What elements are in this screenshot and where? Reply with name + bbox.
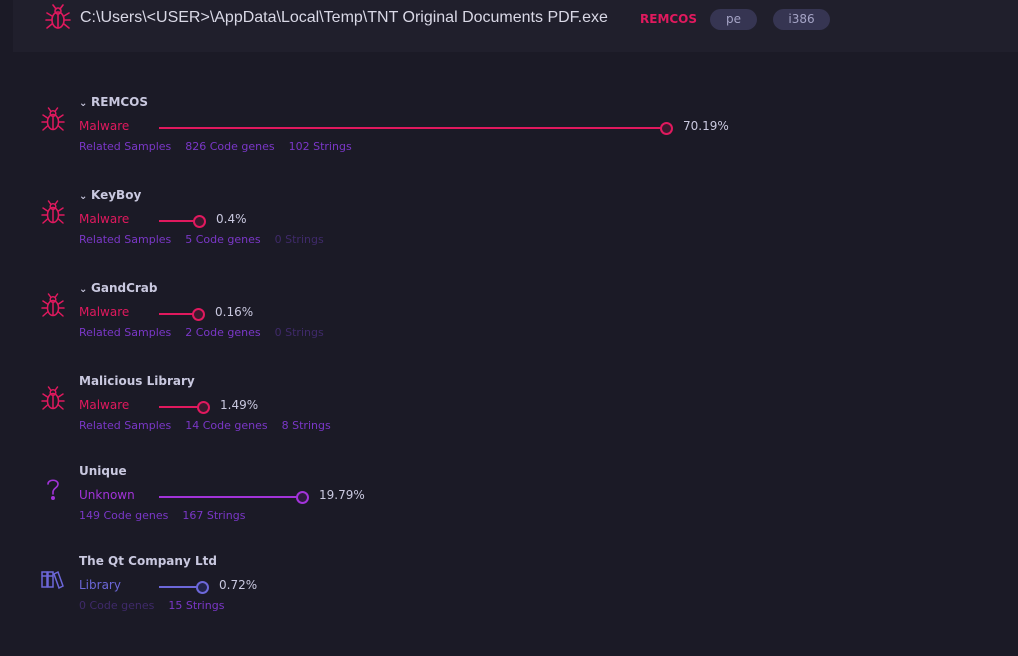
entry-kind: Malware [79,212,130,226]
bug-icon [41,200,65,224]
entry-links: 0 Code genes 15 Strings [79,599,238,612]
library-books-icon [41,570,64,590]
entry-kind: Malware [79,119,130,133]
classification-entry: ⌄ GandCrab Malware 0.16% Related Samples 2 Co… [0,281,1018,361]
entry-links: Related Samples 5 Code genes 0 Strings [79,233,338,246]
file-path: C:\Users\<USER>\AppData\Local\Temp\TNT O… [80,9,608,26]
strings-link[interactable]: 102 Strings [289,140,352,153]
classification-entry: Malicious Library Malware 1.49% Related Sam… [0,374,1018,454]
percent-knob[interactable] [193,215,206,228]
percent-bar [159,127,666,129]
question-icon [47,479,59,500]
entry-links: Related Samples 826 Code genes 102 Strings [79,140,366,153]
entry-title-text: The Qt Company Ltd [79,554,217,568]
entry-title-text: REMCOS [91,95,149,109]
entry-title[interactable]: ⌄ KeyBoy [79,188,141,202]
entry-kind: Unknown [79,488,135,502]
percent-bar [159,496,302,498]
entry-title: Unique [79,464,127,478]
classification-entry: ⌄ REMCOS Malware 70.19% Related Samples 826 C… [0,95,1018,175]
code-genes-link[interactable]: 2 Code genes [185,326,260,339]
strings-link[interactable]: 15 Strings [168,599,224,612]
percent-label: 19.79% [319,488,365,502]
percent-label: 70.19% [683,119,729,133]
entry-title-text: KeyBoy [91,188,142,202]
entry-kind: Library [79,578,121,592]
entry-title: Malicious Library [79,374,195,388]
strings-link[interactable]: 0 Strings [275,326,324,339]
percent-knob[interactable] [192,308,205,321]
strings-link[interactable]: 8 Strings [282,419,331,432]
percent-label: 0.16% [215,305,254,319]
related-samples-link[interactable]: Related Samples [79,326,171,339]
percent-label: 0.4% [216,212,247,226]
percent-knob[interactable] [296,491,309,504]
bug-icon [45,4,71,29]
strings-link[interactable]: 0 Strings [275,233,324,246]
classification-entry: The Qt Company Ltd Library 0.72% 0 Code gen… [0,554,1018,634]
entry-title-text: Malicious Library [79,374,195,388]
chevron-down-icon[interactable]: ⌄ [79,284,91,295]
entry-kind: Malware [79,398,130,412]
related-samples-link[interactable]: Related Samples [79,233,171,246]
bug-icon [41,386,65,410]
bug-icon [41,293,65,317]
percent-knob[interactable] [197,401,210,414]
tag-pe[interactable]: pe [710,9,757,30]
bug-icon [41,107,65,131]
chevron-down-icon[interactable]: ⌄ [79,98,91,109]
entry-title-text: Unique [79,464,127,478]
entry-links: Related Samples 14 Code genes 8 Strings [79,419,345,432]
entry-links: 149 Code genes 167 Strings [79,509,259,522]
entry-links: Related Samples 2 Code genes 0 Strings [79,326,338,339]
percent-knob[interactable] [660,122,673,135]
code-genes-link[interactable]: 14 Code genes [185,419,267,432]
family-badge[interactable]: REMCOS [640,12,697,26]
percent-label: 1.49% [220,398,259,412]
percent-knob[interactable] [196,581,209,594]
entry-kind: Malware [79,305,130,319]
code-genes-link[interactable]: 826 Code genes [185,140,274,153]
entry-title[interactable]: ⌄ GandCrab [79,281,158,295]
percent-label: 0.72% [219,578,258,592]
code-genes-link[interactable]: 149 Code genes [79,509,168,522]
tag-i386[interactable]: i386 [773,9,830,30]
classification-entry: Unique Unknown 19.79% 149 Code genes 167 Str… [0,464,1018,544]
chevron-down-icon[interactable]: ⌄ [79,191,91,202]
entry-title[interactable]: ⌄ REMCOS [79,95,148,109]
entry-title-text: GandCrab [91,281,158,295]
strings-link[interactable]: 167 Strings [182,509,245,522]
related-samples-link[interactable]: Related Samples [79,140,171,153]
classification-entry: ⌄ KeyBoy Malware 0.4% Related Samples 5 Code … [0,188,1018,268]
entry-title: The Qt Company Ltd [79,554,217,568]
code-genes-link[interactable]: 5 Code genes [185,233,260,246]
file-header: C:\Users\<USER>\AppData\Local\Temp\TNT O… [13,0,1018,52]
code-genes-link[interactable]: 0 Code genes [79,599,154,612]
related-samples-link[interactable]: Related Samples [79,419,171,432]
